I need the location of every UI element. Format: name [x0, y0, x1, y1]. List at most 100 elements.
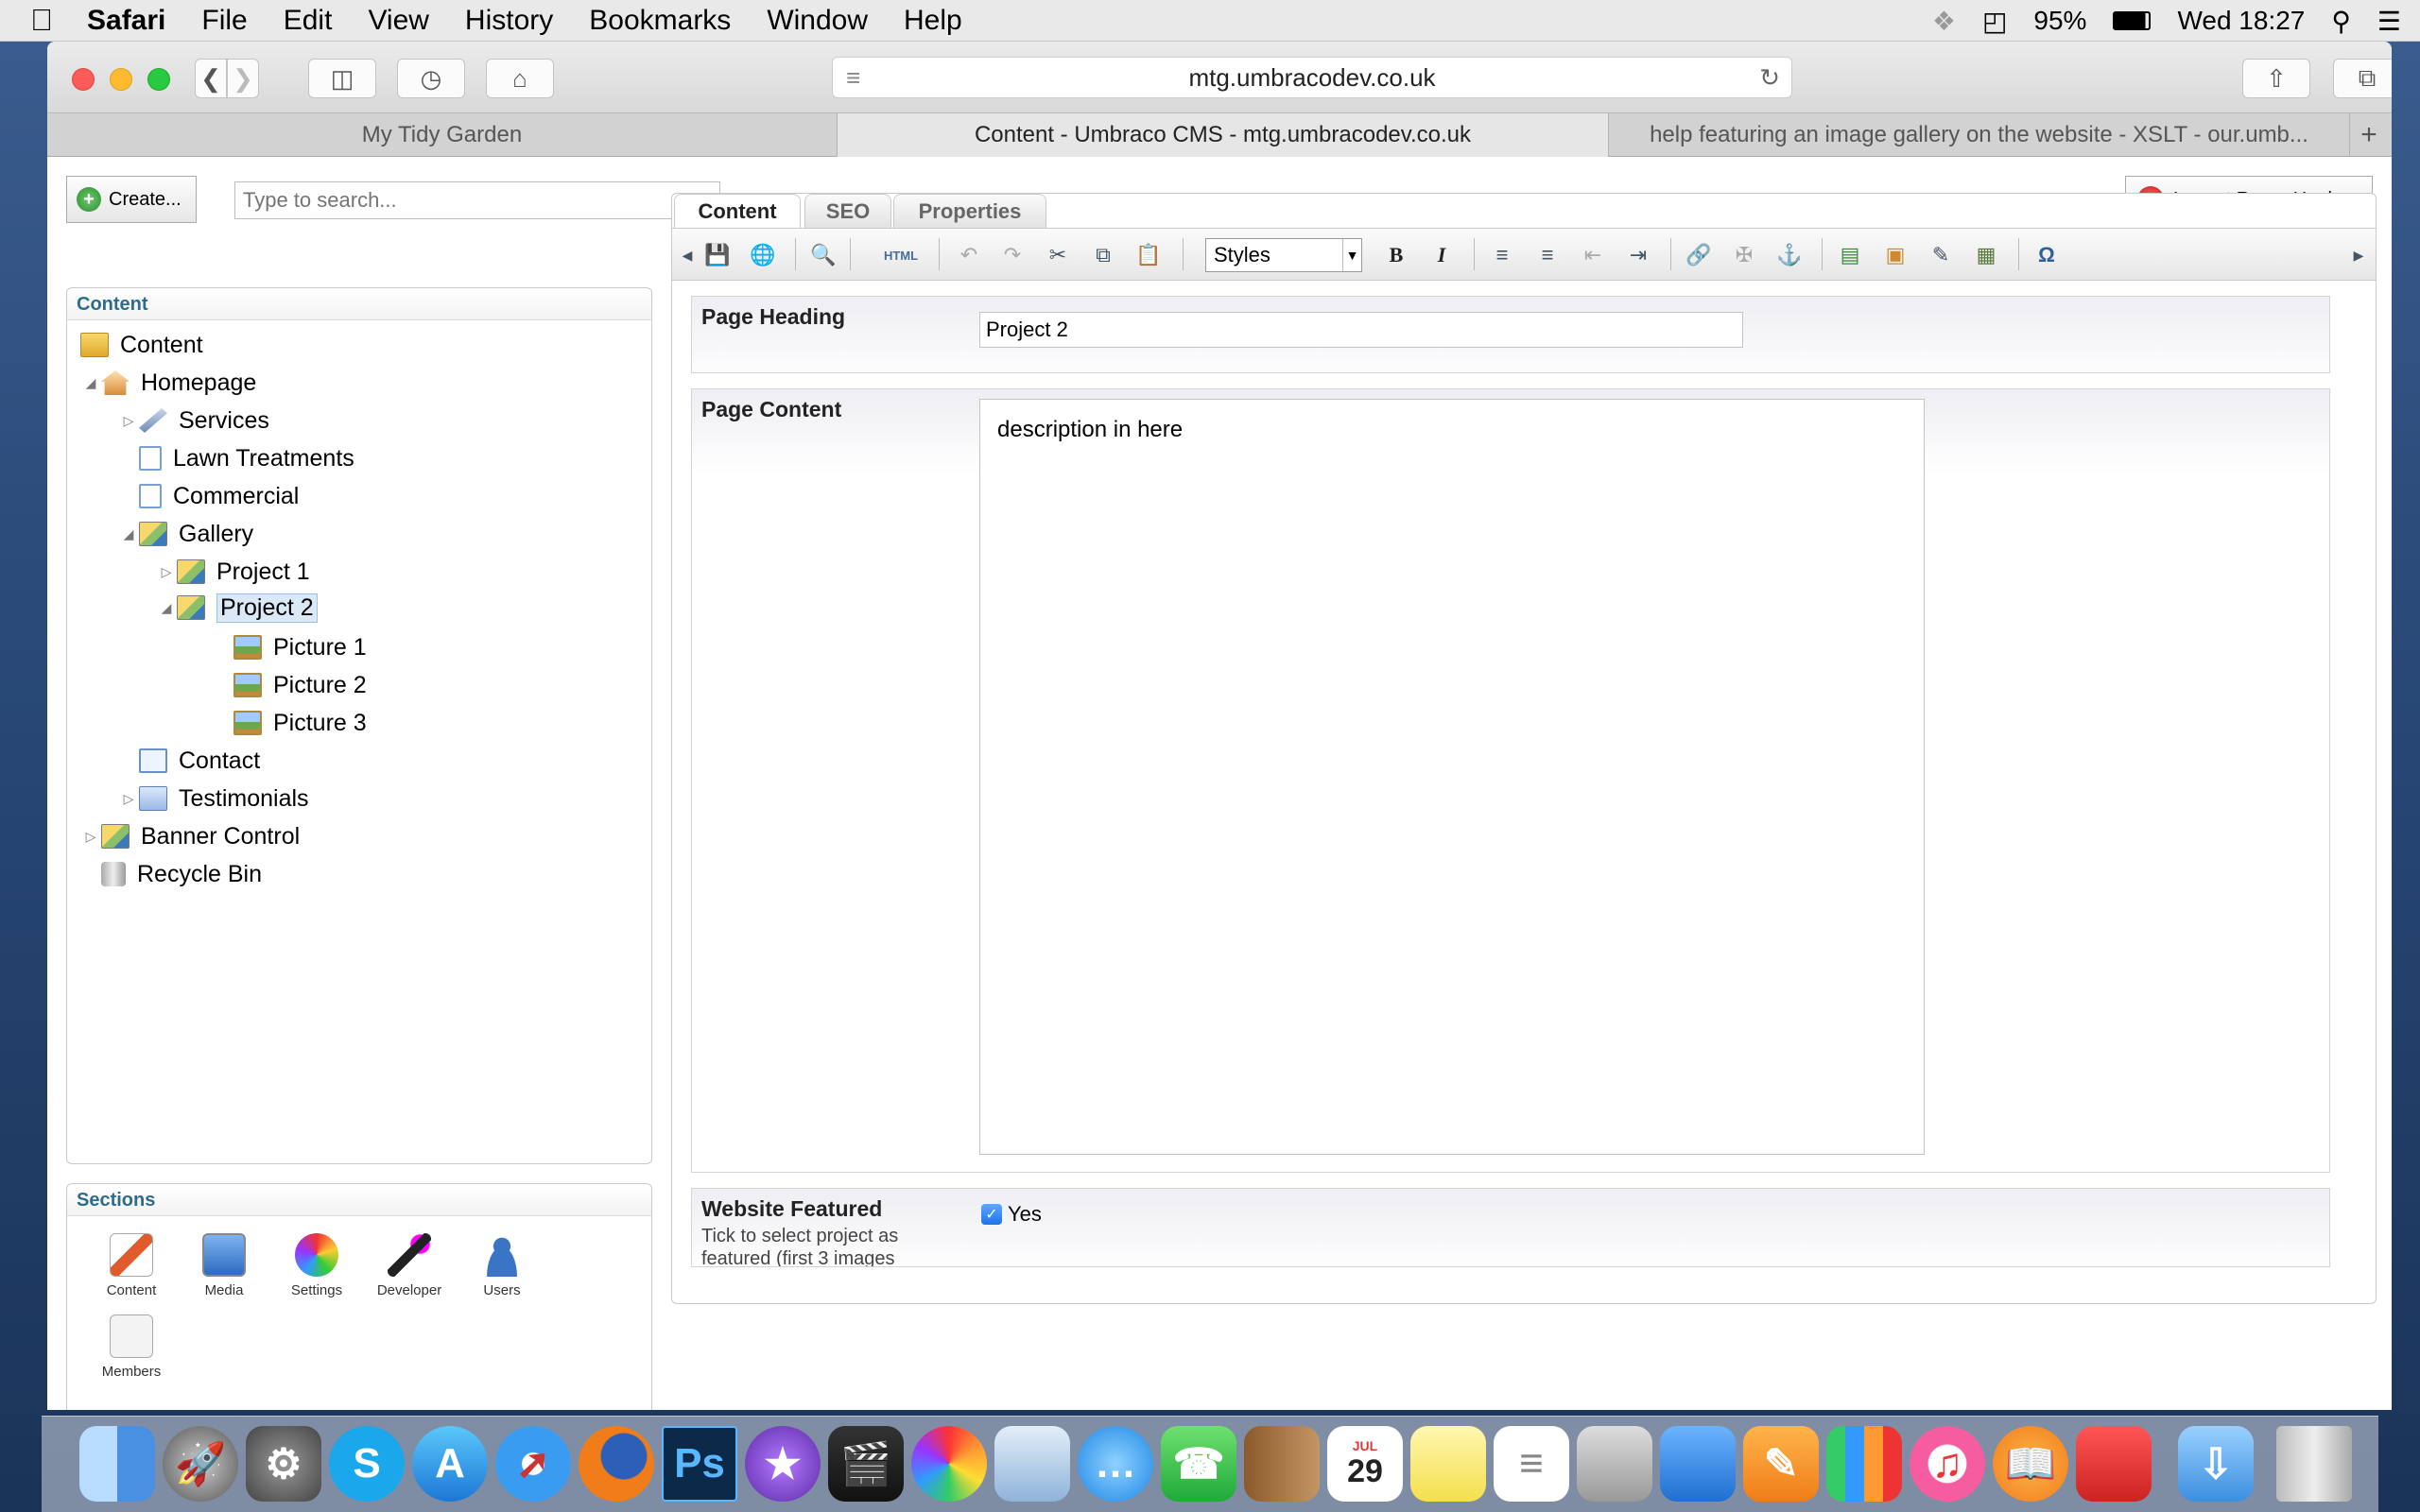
cut-icon[interactable]: ✂ [1045, 242, 1071, 268]
website-featured-checkbox[interactable]: ✓ Yes [981, 1202, 1042, 1227]
expand-arrow-icon[interactable]: ▷ [156, 564, 177, 580]
dock-contacts-icon[interactable] [1244, 1426, 1320, 1502]
dock-notes-icon[interactable] [1410, 1426, 1486, 1502]
dock-system-preferences-icon[interactable]: ⚙ [246, 1426, 321, 1502]
tree-item-picture-2[interactable]: Picture 2 [233, 668, 367, 702]
zoom-window-button[interactable] [147, 68, 170, 91]
tree-item-lawn-treatments[interactable]: Lawn Treatments [139, 441, 354, 475]
tab-help-gallery[interactable]: help featuring an image gallery on the w… [1609, 113, 2350, 157]
dock-reminders-icon[interactable]: ≡ [1494, 1426, 1569, 1502]
tab-properties[interactable]: Properties [893, 194, 1046, 228]
menu-file[interactable]: File [201, 5, 247, 37]
dock-final-cut-icon[interactable]: 🎬 [828, 1426, 904, 1502]
tree-item-project-2[interactable]: ◢ Project 2 [156, 591, 318, 625]
tree-item-project-1[interactable]: ▷ Project 1 [156, 555, 310, 589]
expand-arrow-icon[interactable]: ▷ [118, 413, 139, 429]
numbered-list-icon[interactable]: ≡ [1534, 242, 1561, 268]
apple-icon[interactable]:  [30, 3, 87, 38]
dock-calendar-icon[interactable]: JUL 29 [1327, 1426, 1403, 1502]
indent-icon[interactable]: ⇥ [1625, 242, 1651, 268]
save-icon[interactable]: 💾 [704, 242, 731, 268]
dock-numbers-icon[interactable] [1826, 1426, 1902, 1502]
menu-view[interactable]: View [368, 5, 428, 37]
copy-icon[interactable]: ⧉ [1090, 242, 1116, 268]
checkmark-icon[interactable]: ✓ [981, 1204, 1002, 1225]
section-media[interactable]: Media [186, 1233, 262, 1298]
tab-seo[interactable]: SEO [804, 194, 891, 228]
dock-skype-icon[interactable]: S [329, 1426, 405, 1502]
dock-photos-icon[interactable] [911, 1426, 987, 1502]
outdent-icon[interactable]: ⇤ [1580, 242, 1606, 268]
reader-icon[interactable]: ≡ [846, 63, 860, 93]
dock-photo-booth-icon[interactable] [1577, 1426, 1652, 1502]
dock-firefox-icon[interactable] [579, 1426, 654, 1502]
menu-history[interactable]: History [465, 5, 553, 37]
styles-dropdown[interactable]: Styles ▼ [1205, 238, 1362, 272]
menu-bookmarks[interactable]: Bookmarks [589, 5, 731, 37]
tree-item-services[interactable]: ▷ Services [118, 404, 269, 438]
menu-edit[interactable]: Edit [284, 5, 333, 37]
sidebar-button[interactable]: ◫ [308, 59, 376, 98]
dock-messages-icon[interactable]: … [1078, 1426, 1153, 1502]
tree-item-contact[interactable]: Contact [139, 744, 260, 778]
section-members[interactable]: Members [94, 1314, 169, 1380]
page-heading-input[interactable] [979, 312, 1743, 348]
unlink-icon[interactable]: ✠ [1731, 242, 1757, 268]
battery-icon[interactable] [2113, 11, 2152, 30]
save-publish-icon[interactable]: 🌐 [750, 242, 776, 268]
paste-icon[interactable]: 📋 [1135, 242, 1162, 268]
dock-preview-icon[interactable] [994, 1426, 1070, 1502]
tree-item-testimonials[interactable]: ▷ Testimonials [118, 782, 309, 816]
insert-form-icon[interactable]: ✎ [1927, 242, 1954, 268]
wifi-icon[interactable]: ◰ [1982, 6, 2007, 37]
search-input[interactable] [234, 181, 720, 219]
tree-item-homepage[interactable]: ◢ Homepage [80, 366, 257, 400]
dock-safari-icon[interactable]: ➚ [495, 1426, 571, 1502]
undo-icon[interactable]: ↶ [956, 242, 982, 268]
dock-trash-icon[interactable] [2276, 1426, 2352, 1502]
tab-content[interactable]: Content [674, 194, 801, 228]
tree-item-commercial[interactable]: Commercial [139, 479, 299, 513]
dock-itunes-icon[interactable]: ♫ [1910, 1426, 1985, 1502]
new-tab-button[interactable]: + [2350, 113, 2388, 157]
collapse-arrow-icon[interactable]: ◢ [118, 526, 139, 542]
section-users[interactable]: Users [464, 1233, 540, 1298]
collapse-arrow-icon[interactable]: ◢ [156, 600, 177, 616]
tabs-overview-button[interactable]: ⧉ [2333, 59, 2392, 98]
dock-pages-icon[interactable]: ✎ [1743, 1426, 1819, 1502]
insert-image-icon[interactable]: ▤ [1837, 242, 1863, 268]
tab-umbraco-content[interactable]: Content - Umbraco CMS - mtg.umbracodev.c… [838, 113, 1609, 157]
spotlight-icon[interactable]: ⚲ [2331, 6, 2351, 37]
dock-finder-icon[interactable] [79, 1426, 155, 1502]
insert-media-icon[interactable]: ▦ [1973, 242, 1999, 268]
back-button[interactable]: ❮ [195, 59, 227, 98]
dock-remote-desktop-icon[interactable] [2076, 1426, 2152, 1502]
minimize-window-button[interactable] [110, 68, 132, 91]
menu-window[interactable]: Window [767, 5, 868, 37]
reload-icon[interactable]: ↻ [1759, 63, 1780, 93]
special-character-icon[interactable]: Ω [2033, 242, 2060, 268]
dock-downloads-icon[interactable]: ⇩ [2178, 1426, 2254, 1502]
insert-macro-icon[interactable]: ▣ [1882, 242, 1909, 268]
italic-icon[interactable]: I [1428, 242, 1455, 268]
home-button[interactable]: ⌂ [486, 59, 554, 98]
menu-help[interactable]: Help [904, 5, 962, 37]
dock-app-store-icon[interactable]: A [412, 1426, 488, 1502]
tree-item-banner-control[interactable]: ▷ Banner Control [80, 819, 301, 853]
notification-center-icon[interactable]: ☰ [2377, 6, 2401, 37]
section-content[interactable]: Content [94, 1233, 169, 1298]
anchor-icon[interactable]: ⚓ [1776, 242, 1803, 268]
menu-app[interactable]: Safari [87, 5, 165, 37]
tree-item-picture-1[interactable]: Picture 1 [233, 630, 367, 664]
bullet-list-icon[interactable]: ≡ [1489, 242, 1515, 268]
section-developer[interactable]: Developer [372, 1233, 447, 1298]
collapse-arrow-icon[interactable]: ◢ [80, 375, 101, 391]
bluetooth-icon[interactable]: ❖ [1932, 6, 1956, 37]
expand-arrow-icon[interactable]: ▷ [118, 791, 139, 807]
redo-icon[interactable]: ↷ [999, 242, 1026, 268]
dock-launchpad-icon[interactable]: 🚀 [163, 1426, 238, 1502]
share-button[interactable]: ⇧ [2242, 59, 2310, 98]
section-settings[interactable]: Settings [279, 1233, 354, 1298]
tree-item-gallery[interactable]: ◢ Gallery [118, 517, 254, 551]
tree-item-content[interactable]: Content [80, 328, 203, 362]
